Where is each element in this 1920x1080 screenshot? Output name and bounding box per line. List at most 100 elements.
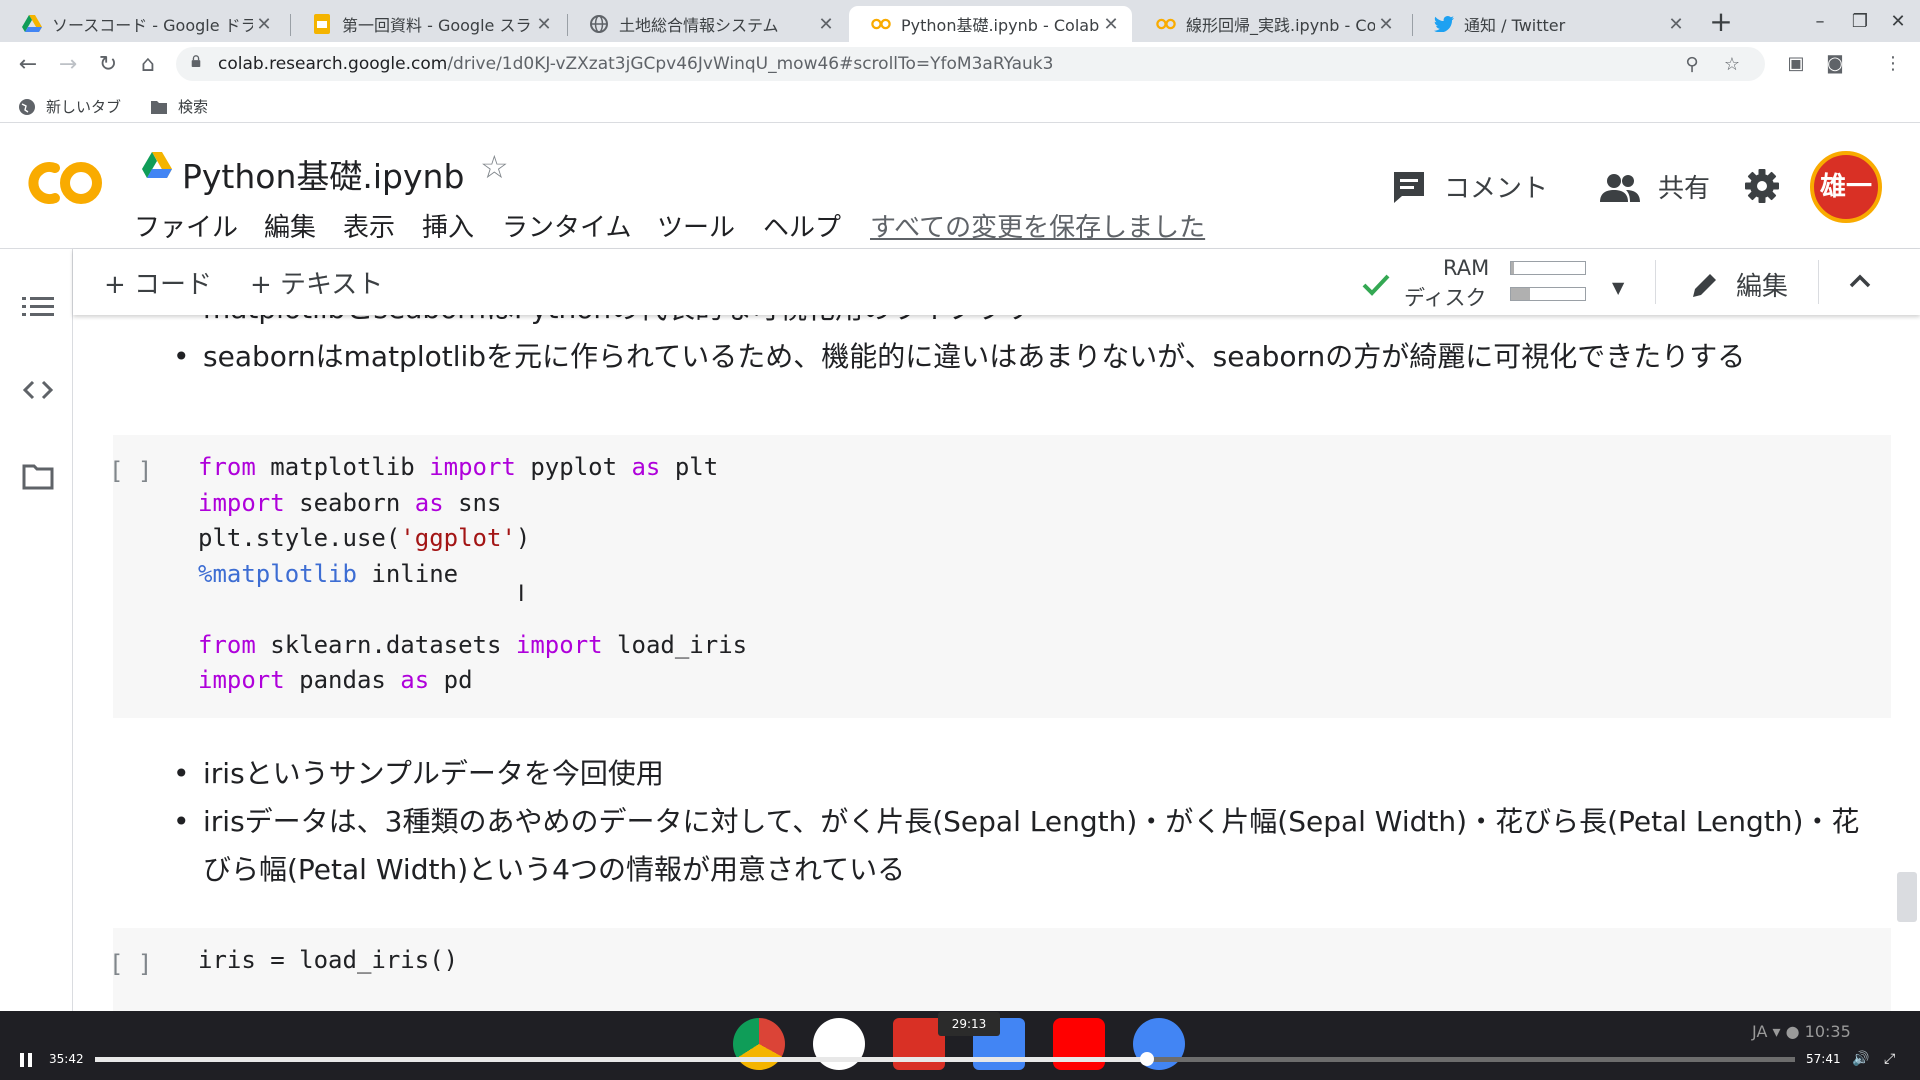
zoom-icon[interactable]: ⚲ [1681,54,1703,76]
disk-meter[interactable] [1510,287,1586,301]
menu-runtime[interactable]: ランタイム [502,207,631,244]
bookmark-label: 検索 [178,98,209,116]
url-text: colab.research.google.com/drive/1d0KJ-vZ… [218,54,1053,74]
list-item: irisというサンプルデータを今回使用 [173,750,1873,798]
address-bar[interactable]: colab.research.google.com/drive/1d0KJ-vZ… [176,47,1765,81]
code-snippets-icon[interactable] [20,374,56,406]
bookmarks-bar: 新しいタブ 検索 [0,88,1920,123]
browser-tab[interactable]: 通知 / Twitter ✕ [1412,6,1697,42]
url-host: colab.research.google.com [218,54,448,74]
save-status-link[interactable]: すべての変更を保存しました [870,207,1205,244]
tab-close-icon[interactable]: ✕ [815,14,837,35]
menu-edit[interactable]: 編集 [264,207,316,244]
browser-tab-active[interactable]: Python基礎.ipynb - Colabor ✕ [849,6,1132,42]
colab-icon [871,14,891,34]
google-drive-icon[interactable] [142,152,172,180]
folder-icon [151,100,167,114]
add-text-button[interactable]: + テキスト [250,264,383,301]
url-path: /drive/1d0KJ-vZXzat3jGCpv46JvWinqU_mow46… [447,54,1054,74]
disk-label: ディスク [1404,286,1487,310]
ram-meter[interactable] [1510,261,1586,275]
google-drive-icon [22,14,42,34]
youtube-icon[interactable] [1053,1018,1105,1070]
menu-insert[interactable]: 挿入 [422,207,474,244]
lock-icon [191,55,201,67]
bookmark-label: 新しいタブ [46,98,122,116]
edit-mode-button[interactable]: 編集 [1690,266,1788,303]
google-slides-icon [312,14,332,34]
home-icon[interactable]: ⌂ [130,50,166,80]
browser-menu-icon[interactable]: ⋮ [1880,51,1906,77]
tab-close-icon[interactable]: ✕ [533,14,555,35]
add-code-button[interactable]: + コード [104,264,212,301]
tab-close-icon[interactable]: ✕ [253,14,275,35]
play-store-icon[interactable] [813,1018,865,1070]
chevron-up-icon[interactable] [1845,266,1875,296]
browser-tab[interactable]: 第一回資料 - Google スライ ✕ [290,6,565,42]
notebook-title[interactable]: Python基礎.ipynb [182,150,464,198]
back-icon[interactable]: ← [10,50,46,80]
list-item: irisデータは、3種類のあやめのデータに対して、がく片長(Sepal Leng… [173,798,1873,894]
folder-icon[interactable] [20,461,56,493]
star-icon[interactable]: ☆ [480,148,509,186]
resources-dropdown-icon[interactable]: ▼ [1612,278,1624,297]
share-button[interactable]: 共有 [1600,168,1710,205]
forward-icon[interactable]: → [50,50,86,80]
run-cell-button[interactable]: [ ] [109,950,152,978]
pause-icon[interactable] [18,1052,34,1068]
scrollbar[interactable] [1897,872,1917,922]
colab-logo-icon[interactable] [25,157,105,209]
total-time: 57:41 [1806,1052,1841,1066]
browser-tab[interactable]: 線形回帰_実践.ipynb - Colab ✕ [1134,6,1407,42]
code-editor[interactable]: iris = load_iris() [198,943,458,979]
system-tray[interactable]: JA ▾ ● 10:35 [1752,1022,1851,1041]
tab-title: 線形回帰_実践.ipynb - Colab [1186,16,1375,35]
tab-title: ソースコード - Google ドラ [52,16,253,35]
tab-close-icon[interactable]: ✕ [1665,14,1687,35]
bookmark-new-tab[interactable]: 新しいタブ [18,96,121,117]
menu-file[interactable]: ファイル [134,207,238,244]
volume-icon[interactable]: 🔊 [1852,1051,1869,1067]
close-window-icon[interactable]: ✕ [1878,8,1918,36]
minimize-icon[interactable]: – [1800,8,1840,36]
bookmark-folder-search[interactable]: 検索 [150,96,208,117]
code-cell[interactable]: [ ] iris = load_iris() [109,928,1891,1011]
tab-close-icon[interactable]: ✕ [1100,14,1122,35]
extension-icon[interactable]: ▣ [1783,51,1809,77]
toolbar-divider [1818,260,1819,304]
globe-icon [19,98,35,115]
text-cursor-icon: I [518,582,525,607]
avatar[interactable]: 雄一 [1810,151,1882,223]
bookmark-star-icon[interactable]: ☆ [1721,54,1743,76]
browser-tab[interactable]: ソースコード - Google ドラ ✕ [0,6,285,42]
ram-label: RAM [1443,256,1490,280]
comment-button[interactable]: コメント [1392,168,1548,205]
menu-help[interactable]: ヘルプ [763,207,841,244]
left-sidebar [0,249,73,1011]
edit-label: 編集 [1736,272,1789,302]
table-of-contents-icon[interactable] [20,291,56,323]
browser-tab[interactable]: 土地総合情報システム ✕ [567,6,847,42]
notebook-content: matplotlibとseabornはPythonの代表的な可視化用のライブラリ… [73,315,1920,1011]
progress-bar[interactable] [95,1052,1795,1066]
code-cell[interactable]: [ ] from matplotlib import pyplot as plt… [109,435,1891,718]
list-item: seabornはmatplotlibを元に作られているため、機能的に違いはあまり… [173,333,1745,381]
menu-tools[interactable]: ツール [657,207,735,244]
reload-icon[interactable]: ↻ [90,50,126,80]
gear-icon[interactable] [1744,168,1780,204]
tab-title: Python基礎.ipynb - Colabor [901,16,1100,35]
menu-view[interactable]: 表示 [343,207,395,244]
text-cell-libraries[interactable]: matplotlibとseabornはPythonの代表的な可視化用のライブラリ… [173,315,1745,381]
text-cell-iris[interactable]: irisというサンプルデータを今回使用 irisデータは、3種類のあやめのデータ… [173,750,1873,894]
disk-meter-fill [1511,288,1530,300]
connected-check-icon [1362,274,1390,296]
restore-icon[interactable]: ❐ [1840,8,1880,36]
screenshot-extension-icon[interactable]: ◙ [1822,51,1848,77]
fullscreen-icon[interactable]: ⤢ [1884,1051,1895,1067]
chrome-icon[interactable] [733,1018,785,1070]
new-tab-button[interactable]: + [1705,6,1737,38]
run-cell-button[interactable]: [ ] [109,457,152,485]
tab-close-icon[interactable]: ✕ [1375,14,1397,35]
code-editor[interactable]: from matplotlib import pyplot as plt imp… [198,450,747,699]
list-item: matplotlibとseabornはPythonの代表的な可視化用のライブラリ [173,315,1745,333]
